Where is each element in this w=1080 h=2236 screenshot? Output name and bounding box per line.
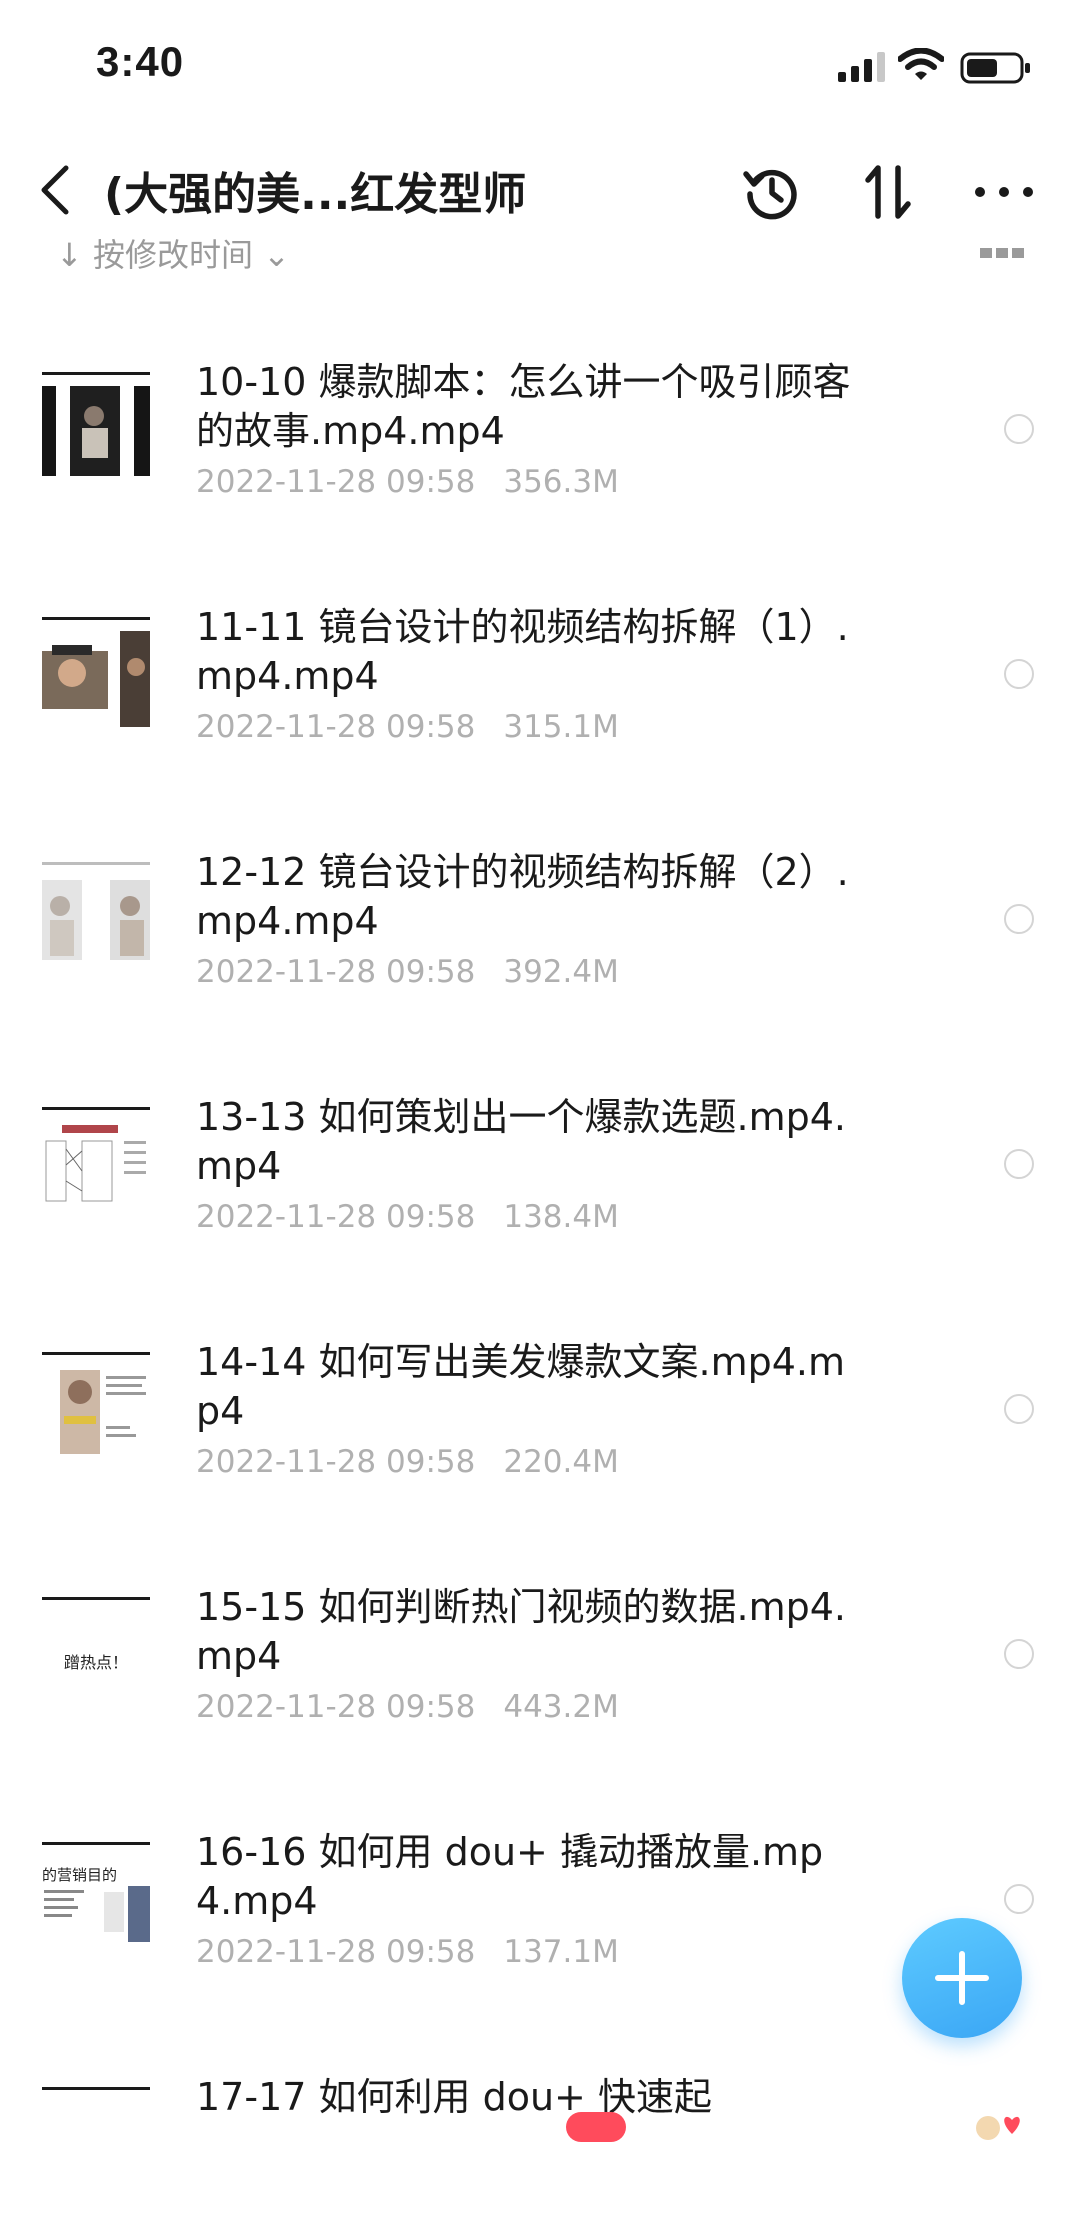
- file-size: 138.4M: [503, 1199, 619, 1235]
- file-name: 11-11 镜台设计的视频结构拆解（1）.mp4.mp4: [196, 605, 849, 698]
- file-name: 12-12 镜台设计的视频结构拆解（2）.mp4.mp4: [196, 850, 849, 943]
- status-bar: 3:40: [0, 0, 1080, 130]
- video-thumbnail: [42, 1107, 150, 1217]
- select-radio[interactable]: [1004, 1149, 1034, 1179]
- file-date: 2022-11-28 09:58: [196, 954, 476, 990]
- add-button[interactable]: [902, 1918, 1022, 2038]
- file-name: 17-17 如何利用 dou+ 快速起: [196, 2075, 712, 2119]
- sort-icon[interactable]: [856, 160, 920, 224]
- file-date: 2022-11-28 09:58: [196, 709, 476, 745]
- plus-icon: [935, 1951, 989, 2005]
- cellular-signal-icon: [838, 52, 885, 82]
- file-meta: 2022-11-28 09:58 315.1M: [196, 709, 619, 745]
- file-meta: 2022-11-28 09:58 392.4M: [196, 954, 619, 990]
- video-thumbnail: 蹭热点！: [42, 1597, 150, 1707]
- file-item[interactable]: 蹭热点！ 15-15 如何判断热门视频的数据.mp4.mp4 2022-11-2…: [0, 1501, 1080, 1746]
- file-name: 16-16 如何用 dou+ 撬动播放量.mp4.mp4: [196, 1830, 824, 1923]
- file-size: 443.2M: [503, 1689, 619, 1725]
- nav-header: (大强的美...红发型师: [0, 130, 1080, 250]
- file-item[interactable]: 17-17 如何利用 dou+ 快速起: [0, 1991, 1080, 2236]
- mascot-icon: [976, 2116, 1020, 2140]
- file-size: 137.1M: [503, 1934, 619, 1970]
- file-size: 356.3M: [503, 464, 619, 500]
- file-meta: 2022-11-28 09:58 220.4M: [196, 1444, 619, 1480]
- back-arrow-icon[interactable]: [28, 160, 88, 220]
- video-thumbnail: [42, 1352, 150, 1462]
- file-item[interactable]: 11-11 镜台设计的视频结构拆解（1）.mp4.mp4 2022-11-28 …: [0, 521, 1080, 766]
- file-meta: 2022-11-28 09:58 137.1M: [196, 1934, 619, 1970]
- file-item[interactable]: 13-13 如何策划出一个爆款选题.mp4.mp4 2022-11-28 09:…: [0, 1011, 1080, 1256]
- history-icon[interactable]: [740, 160, 804, 224]
- file-date: 2022-11-28 09:58: [196, 1689, 476, 1725]
- file-meta: 2022-11-28 09:58 443.2M: [196, 1689, 619, 1725]
- video-thumbnail: [42, 2087, 150, 2197]
- video-thumbnail: [42, 617, 150, 727]
- video-thumbnail: 的营销目的: [42, 1842, 150, 1952]
- file-item[interactable]: 12-12 镜台设计的视频结构拆解（2）.mp4.mp4 2022-11-28 …: [0, 766, 1080, 1011]
- thumbnail-caption: 蹭热点！: [64, 1653, 129, 1672]
- wifi-icon: [898, 48, 944, 80]
- sort-label[interactable]: ↓ 按修改时间 ⌄: [56, 236, 290, 276]
- sort-bar[interactable]: ↓ 按修改时间 ⌄: [0, 236, 1080, 276]
- file-name: 13-13 如何策划出一个爆款选题.mp4.mp4: [196, 1095, 846, 1188]
- file-date: 2022-11-28 09:58: [196, 1934, 476, 1970]
- battery-icon: [960, 52, 1030, 84]
- status-time: 3:40: [96, 38, 185, 85]
- file-date: 2022-11-28 09:58: [196, 1199, 476, 1235]
- file-date: 2022-11-28 09:58: [196, 464, 476, 500]
- file-meta: 2022-11-28 09:58 356.3M: [196, 464, 619, 500]
- notification-badge: [566, 2112, 626, 2142]
- file-date: 2022-11-28 09:58: [196, 1444, 476, 1480]
- select-radio[interactable]: [1004, 1394, 1034, 1424]
- grid-view-icon[interactable]: [980, 244, 1024, 264]
- file-name: 15-15 如何判断热门视频的数据.mp4.mp4: [196, 1585, 846, 1678]
- thumbnail-caption: 的营销目的: [42, 1866, 118, 1884]
- select-radio[interactable]: [1004, 904, 1034, 934]
- file-name: 14-14 如何写出美发爆款文案.mp4.mp4: [196, 1340, 845, 1433]
- file-size: 220.4M: [503, 1444, 619, 1480]
- file-item[interactable]: 10-10 爆款脚本：怎么讲一个吸引顾客的故事.mp4.mp4 2022-11-…: [0, 276, 1080, 521]
- select-radio[interactable]: [1004, 1884, 1034, 1914]
- page-title: (大强的美...红发型师: [104, 169, 527, 220]
- file-size: 315.1M: [503, 709, 619, 745]
- select-radio[interactable]: [1004, 414, 1034, 444]
- more-options-icon[interactable]: [972, 160, 1036, 224]
- file-size: 392.4M: [503, 954, 619, 990]
- file-meta: 2022-11-28 09:58 138.4M: [196, 1199, 619, 1235]
- video-thumbnail: [42, 372, 150, 482]
- select-radio[interactable]: [1004, 659, 1034, 689]
- select-radio[interactable]: [1004, 1639, 1034, 1669]
- video-thumbnail: [42, 862, 150, 972]
- file-name: 10-10 爆款脚本：怎么讲一个吸引顾客的故事.mp4.mp4: [196, 360, 851, 453]
- file-item[interactable]: 14-14 如何写出美发爆款文案.mp4.mp4 2022-11-28 09:5…: [0, 1256, 1080, 1501]
